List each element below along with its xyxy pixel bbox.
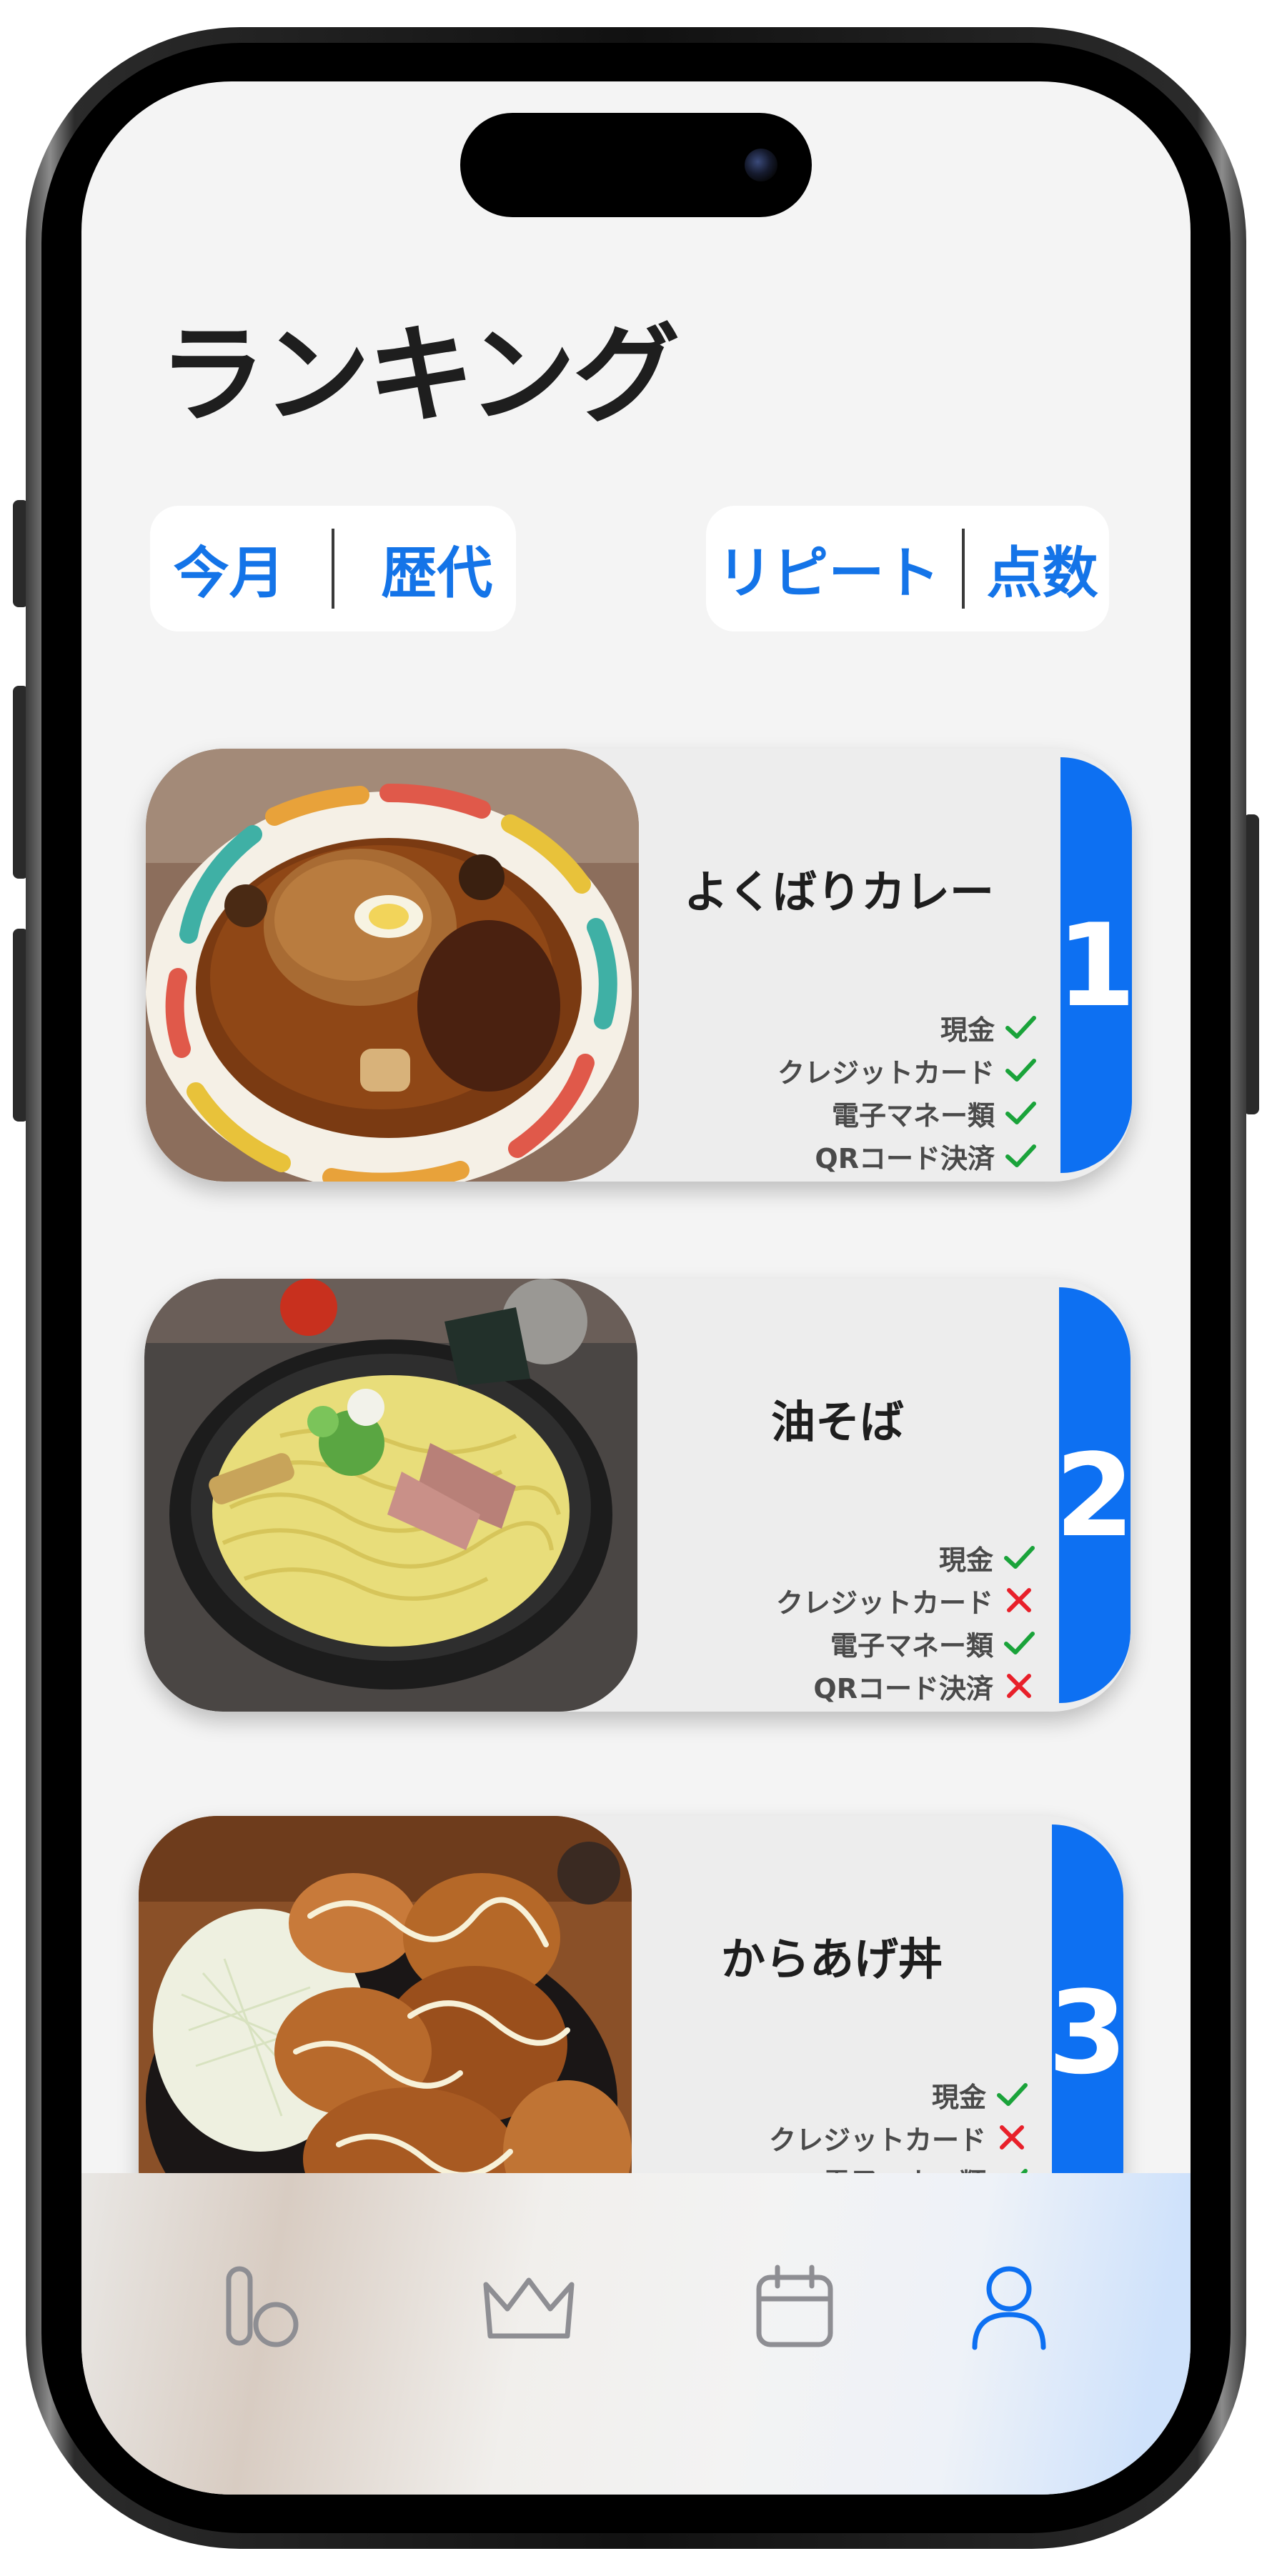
calendar-icon (756, 2265, 833, 2347)
check-icon (1004, 1632, 1035, 1654)
page-title: ランキング (159, 314, 680, 438)
payment-label: クレジットカード (768, 2124, 986, 2156)
dynamic-island (460, 113, 812, 217)
rank-number: 3 (1048, 1965, 1123, 2100)
payment-label: QRコード決済 (813, 1672, 993, 1704)
rank-number: 1 (1056, 898, 1132, 1032)
cross-icon (1000, 2125, 1024, 2150)
payment-row-cash: 現金 (939, 1536, 1038, 1579)
payment-label: クレジットカード (777, 1057, 995, 1089)
payment-row-qr: QRコード決済 (815, 1134, 1039, 1177)
tab-ranking[interactable] (479, 2256, 579, 2356)
toggle-divider (962, 529, 965, 609)
check-icon (997, 2083, 1028, 2106)
payment-row-emoney: 電子マネー類 (832, 1092, 1039, 1134)
camera-icon (745, 149, 777, 181)
profile-icon (972, 2266, 1046, 2350)
payment-label: 電子マネー類 (830, 1629, 993, 1662)
tab-rating[interactable] (213, 2256, 313, 2356)
payment-list: 現金 クレジットカード 電子マネー類 QRコード決済 (777, 1006, 1039, 1177)
payment-row-credit: クレジットカード (769, 2116, 1030, 2159)
payment-label: クレジットカード (775, 1587, 993, 1619)
ranking-card-2[interactable]: 油そば 現金 クレジットカード 電子マネー類 QRコード決済 2 (144, 1279, 1131, 1712)
check-icon (1005, 1059, 1036, 1082)
tab-profile[interactable] (959, 2256, 1059, 2356)
ranking-name: 油そば (770, 1396, 904, 1448)
tab-bar (81, 2173, 1191, 2495)
payment-label: 電子マネー類 (831, 1099, 995, 1132)
check-icon (1005, 1144, 1036, 1167)
curry-photo (146, 749, 639, 1182)
check-icon (1004, 1546, 1035, 1569)
payment-label: QRコード決済 (815, 1142, 995, 1174)
payment-label: 現金 (931, 2081, 986, 2113)
payment-row-qr: QRコード決済 (813, 1664, 1038, 1707)
payment-row-credit: クレジットカード (777, 1049, 1039, 1092)
rank-number: 2 (1055, 1428, 1131, 1562)
payment-list: 現金 クレジットカード 電子マネー類 QRコード決済 (776, 1536, 1038, 1707)
check-icon (1005, 1102, 1036, 1124)
ranking-name: からあげ丼 (720, 1933, 943, 1985)
ranking-name: よくばりカレー (683, 866, 994, 918)
ranking-card-1[interactable]: よくばりカレー 現金 クレジットカード 電子マネー類 QRコード決済 1 (146, 749, 1132, 1182)
sort-repeat-button[interactable]: リピート (717, 529, 940, 609)
period-all-time-button[interactable]: 歴代 (381, 529, 492, 609)
rank-badge: 1 (1056, 757, 1132, 1173)
period-this-month-button[interactable]: 今月 (174, 529, 285, 609)
sort-score-button[interactable]: 点数 (987, 529, 1098, 609)
payment-row-cash: 現金 (940, 1006, 1039, 1049)
noodle-photo (144, 1279, 637, 1712)
payment-row-cash: 現金 (932, 2073, 1030, 2116)
cross-icon (1007, 1588, 1031, 1612)
crown-icon (483, 2277, 575, 2339)
payment-label: 現金 (940, 1014, 995, 1046)
check-icon (1005, 1016, 1036, 1039)
payment-row-emoney: 電子マネー類 (830, 1622, 1038, 1664)
period-toggle: 今月 歴代 (150, 506, 516, 631)
cross-icon (1007, 1674, 1031, 1698)
toggle-divider (331, 529, 334, 609)
rating-icon (226, 2266, 299, 2347)
payment-label: 現金 (938, 1544, 993, 1576)
tab-calendar[interactable] (745, 2256, 845, 2356)
payment-row-credit: クレジットカード (776, 1579, 1038, 1622)
screen: ランキング 今月 歴代 リピート 点数 よくばりカレー 現金 クレジットカード … (81, 81, 1191, 2495)
sort-toggle: リピート 点数 (706, 506, 1109, 631)
rank-badge: 2 (1055, 1287, 1131, 1703)
